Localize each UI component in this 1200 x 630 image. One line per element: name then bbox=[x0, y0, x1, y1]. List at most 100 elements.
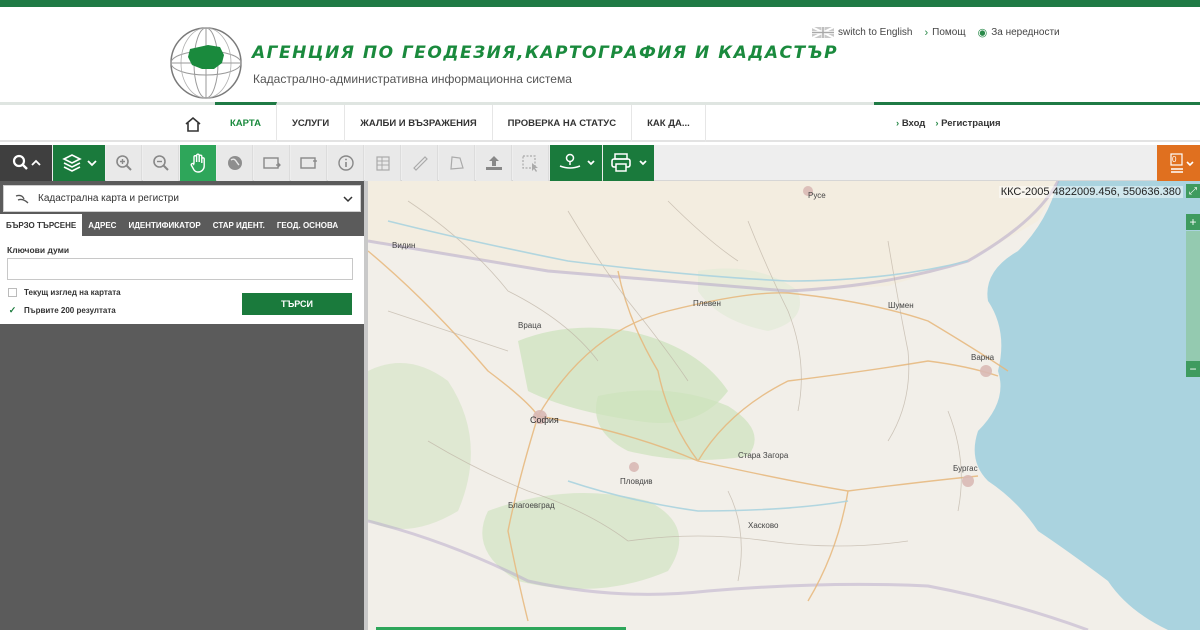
search-panel: Кадастрална карта и регистри БЪРЗО ТЪРСЕ… bbox=[0, 181, 364, 630]
feedback-label: За нередности bbox=[991, 27, 1060, 38]
map-label-pleven: Плевен bbox=[693, 299, 721, 308]
zoom-in-map-button[interactable]: + bbox=[1186, 214, 1200, 230]
ruler-icon bbox=[412, 156, 428, 171]
notification-count: 0 bbox=[1172, 155, 1177, 164]
current-view-checkbox[interactable] bbox=[8, 288, 17, 297]
map-toolbar: 0 bbox=[0, 145, 1200, 181]
zoom-slider[interactable] bbox=[1186, 231, 1200, 361]
chevron-down-icon bbox=[343, 196, 353, 203]
site-header: АГЕНЦИЯ ПО ГЕОДЕЗИЯ,КАРТОГРАФИЯ И КАДАСТ… bbox=[0, 7, 1200, 102]
info-button[interactable] bbox=[328, 145, 364, 181]
upload-button[interactable] bbox=[476, 145, 512, 181]
top-links: switch to English › Помощ ◉ За нередност… bbox=[812, 26, 1060, 39]
feedback-link[interactable]: ◉ За нередности bbox=[978, 26, 1060, 39]
pan-tool-button[interactable] bbox=[180, 145, 216, 181]
home-icon bbox=[184, 116, 201, 132]
search-tabs: БЪРЗО ТЪРСЕНЕ АДРЕС ИДЕНТИФИКАТОР СТАР И… bbox=[0, 214, 364, 236]
select-area-button[interactable] bbox=[513, 145, 549, 181]
keywords-label: Ключови думи bbox=[7, 245, 70, 255]
extent-back-icon bbox=[262, 157, 281, 169]
switch-language-link[interactable]: switch to English bbox=[812, 26, 912, 39]
tab-old-identifier[interactable]: СТАР ИДЕНТ. bbox=[207, 214, 271, 236]
map-label-vidin: Видин bbox=[392, 241, 416, 250]
zoom-in-icon bbox=[115, 155, 132, 171]
zoom-in-button[interactable] bbox=[106, 145, 142, 181]
expand-icon: ⤢ bbox=[1189, 185, 1197, 197]
nav-tab-services[interactable]: УСЛУГИ bbox=[277, 105, 346, 142]
zoom-out-button[interactable] bbox=[143, 145, 179, 181]
layers-button[interactable] bbox=[53, 145, 105, 181]
map-view[interactable]: София Пловдив Варна Бургас Русе Плевен В… bbox=[368, 181, 1200, 630]
info-icon bbox=[337, 155, 354, 171]
map-label-sofia: София bbox=[530, 415, 559, 425]
first200-label: Първите 200 резултата bbox=[24, 306, 116, 315]
measure-distance-button[interactable] bbox=[402, 145, 438, 181]
map-label-haskovo: Хасково bbox=[748, 521, 779, 530]
map-label-shumen: Шумен bbox=[888, 301, 914, 310]
prev-extent-button[interactable] bbox=[254, 145, 290, 181]
current-view-option[interactable]: Текущ изглед на картата bbox=[8, 288, 121, 297]
list-menu-icon bbox=[1169, 153, 1194, 173]
map-label-blagoevgrad: Благоевград bbox=[508, 501, 555, 510]
tab-identifier[interactable]: ИДЕНТИФИКАТОР bbox=[122, 214, 206, 236]
nav-tab-status-check[interactable]: ПРОВЕРКА НА СТАТУС bbox=[493, 105, 633, 142]
nav-items: КАРТА УСЛУГИ ЖАЛБИ И ВЪЗРАЖЕНИЯ ПРОВЕРКА… bbox=[170, 102, 706, 142]
next-extent-button[interactable] bbox=[291, 145, 327, 181]
zoom-out-icon bbox=[152, 155, 169, 171]
nav-tab-map[interactable]: КАРТА bbox=[215, 102, 277, 142]
eye-icon: ◉ bbox=[977, 27, 988, 39]
map-label-ruse: Русе bbox=[808, 191, 826, 200]
select-features-button[interactable] bbox=[365, 145, 401, 181]
full-extent-button[interactable] bbox=[217, 145, 253, 181]
tab-quick-search[interactable]: БЪРЗО ТЪРСЕНЕ bbox=[0, 214, 83, 236]
fullscreen-button[interactable]: ⤢ bbox=[1186, 184, 1200, 198]
main-nav: КАРТА УСЛУГИ ЖАЛБИ И ВЪЗРАЖЕНИЯ ПРОВЕРКА… bbox=[0, 102, 1200, 142]
keywords-input[interactable] bbox=[7, 258, 353, 280]
flag-icon bbox=[812, 27, 834, 38]
quick-search-form: Ключови думи Текущ изглед на картата ✓ П… bbox=[0, 236, 364, 324]
help-link[interactable]: › Помощ bbox=[924, 26, 965, 39]
extent-forward-icon bbox=[299, 157, 317, 169]
plus-icon: + bbox=[1189, 215, 1197, 229]
first200-option[interactable]: ✓ Първите 200 резултата bbox=[8, 305, 116, 315]
hand-icon bbox=[190, 153, 205, 173]
zoom-out-map-button[interactable]: − bbox=[1186, 361, 1200, 377]
nav-accent-bar bbox=[874, 102, 1200, 105]
map-pin-icon bbox=[559, 153, 595, 169]
auth-links: › Вход › Регистрация bbox=[896, 118, 1001, 129]
login-link[interactable]: › Вход bbox=[896, 118, 925, 129]
help-label: Помощ bbox=[932, 27, 966, 38]
layer-select[interactable]: Кадастрална карта и регистри bbox=[3, 185, 361, 212]
notifications-button[interactable]: 0 bbox=[1157, 145, 1200, 181]
top-accent-bar bbox=[0, 0, 1200, 7]
map-label-plovdiv: Пловдив bbox=[620, 477, 653, 486]
location-marker-button[interactable] bbox=[550, 145, 602, 181]
register-link[interactable]: › Регистрация bbox=[935, 118, 1000, 129]
print-button[interactable] bbox=[603, 145, 654, 181]
nav-home[interactable] bbox=[170, 105, 215, 142]
map-canvas[interactable] bbox=[368, 181, 1200, 630]
layers-icon bbox=[62, 154, 97, 172]
check-icon[interactable]: ✓ bbox=[8, 305, 17, 315]
map-label-vratsa: Враца bbox=[518, 321, 542, 330]
login-label: Вход bbox=[901, 118, 926, 129]
nav-tab-complaints[interactable]: ЖАЛБИ И ВЪЗРАЖЕНИЯ bbox=[345, 105, 493, 142]
search-button[interactable]: ТЪРСИ bbox=[242, 293, 352, 315]
agency-subtitle: Кадастрално-административна информационн… bbox=[253, 72, 572, 86]
upload-icon bbox=[485, 156, 502, 170]
agency-logo[interactable] bbox=[168, 25, 244, 101]
map-label-varna: Варна bbox=[971, 353, 995, 362]
minus-icon: − bbox=[1189, 362, 1197, 376]
layer-select-label: Кадастрална карта и регистри bbox=[38, 193, 179, 204]
measure-area-button[interactable] bbox=[439, 145, 475, 181]
tab-geodetic-base[interactable]: ГЕОД. ОСНОВА bbox=[271, 214, 344, 236]
switch-language-label: switch to English bbox=[838, 27, 913, 38]
search-tool-button[interactable] bbox=[0, 145, 52, 181]
nav-tab-howto[interactable]: КАК ДА... bbox=[632, 105, 706, 142]
search-icon bbox=[12, 154, 41, 170]
tab-address[interactable]: АДРЕС bbox=[82, 214, 122, 236]
cadastre-layer-icon bbox=[15, 194, 29, 203]
agency-title: АГЕНЦИЯ ПО ГЕОДЕЗИЯ,КАРТОГРАФИЯ И КАДАСТ… bbox=[252, 43, 839, 63]
chevron-right-icon: › bbox=[924, 26, 929, 39]
register-label: Регистрация bbox=[941, 118, 1001, 129]
